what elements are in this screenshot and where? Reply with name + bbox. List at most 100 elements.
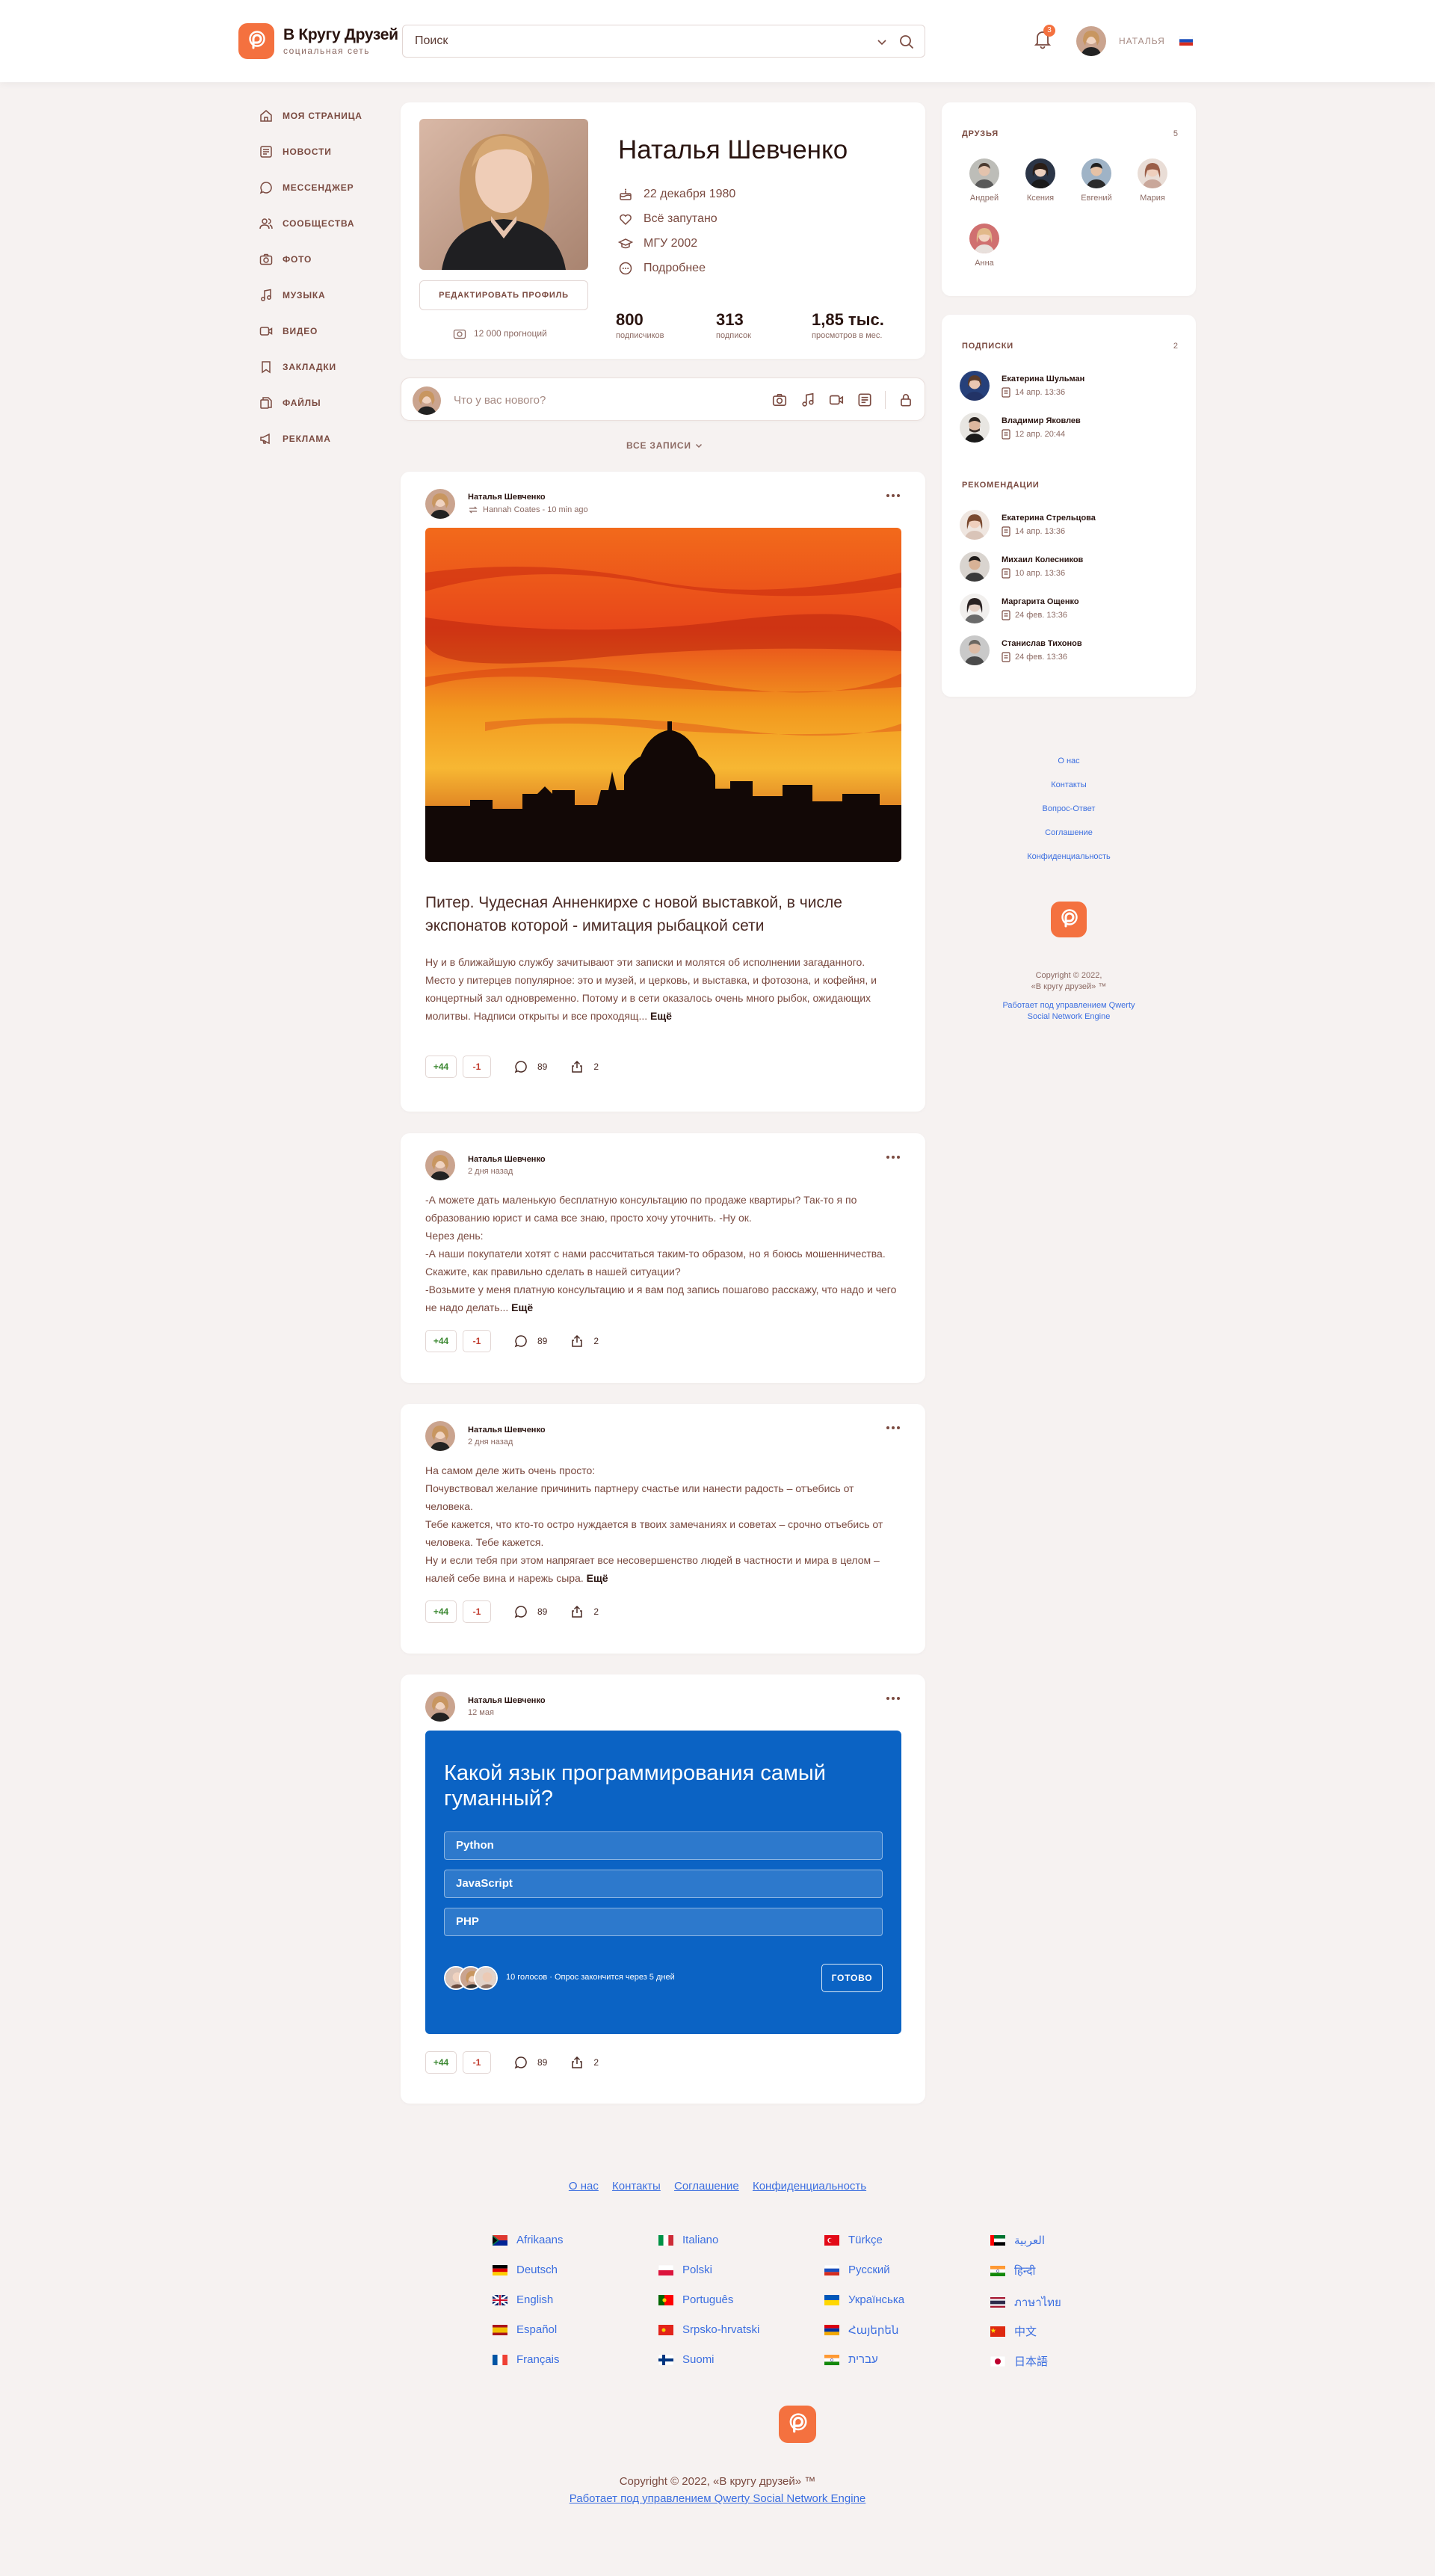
- post-author[interactable]: Наталья Шевченко: [468, 1426, 546, 1435]
- language-option[interactable]: Afrikaans: [493, 2234, 564, 2246]
- sidebar-item-ads[interactable]: РЕКЛАМА: [259, 430, 393, 448]
- agreement-link[interactable]: Соглашение: [942, 828, 1196, 837]
- comments-button[interactable]: 89: [513, 1059, 547, 1074]
- upvote-button[interactable]: +44: [425, 1056, 457, 1078]
- sidebar-item-photo[interactable]: ФОТО: [259, 250, 393, 268]
- russia-flag-icon[interactable]: [1179, 36, 1193, 46]
- language-option[interactable]: Հայերեն: [824, 2323, 898, 2337]
- avatar[interactable]: [425, 1692, 455, 1722]
- post-menu-icon[interactable]: [884, 1697, 900, 1700]
- downvote-button[interactable]: -1: [463, 1600, 491, 1623]
- language-option[interactable]: Deutsch: [493, 2264, 558, 2276]
- recommendation-item[interactable]: Екатерина Стрельцова 14 апр. 13:36: [960, 510, 1096, 540]
- share-button[interactable]: 2: [570, 1604, 599, 1619]
- following-stat[interactable]: 313 подписок: [716, 310, 780, 340]
- friend-item[interactable]: Евгений: [1074, 158, 1119, 203]
- avatar[interactable]: [425, 489, 455, 519]
- sidebar-item-video[interactable]: ВИДЕО: [259, 322, 393, 340]
- language-option[interactable]: Українська: [824, 2293, 904, 2306]
- language-option[interactable]: Türkçe: [824, 2234, 883, 2246]
- subscriptions-title[interactable]: ПОДПИСКИ: [962, 342, 1013, 351]
- recommendations-title[interactable]: РЕКОМЕНДАЦИИ: [962, 481, 1040, 490]
- comments-button[interactable]: 89: [513, 1604, 547, 1619]
- friend-item[interactable]: Ксения: [1018, 158, 1063, 203]
- logo-mark-icon[interactable]: [779, 2406, 816, 2443]
- language-option[interactable]: Português: [658, 2293, 733, 2306]
- sidebar-item-messenger[interactable]: МЕССЕНДЖЕР: [259, 179, 393, 197]
- language-option[interactable]: ภาษาไทย: [990, 2293, 1061, 2311]
- post-author[interactable]: Наталья Шевченко: [468, 1696, 546, 1705]
- camera-icon[interactable]: [771, 392, 788, 408]
- language-option[interactable]: हिन्दी: [990, 2264, 1035, 2278]
- language-option[interactable]: Italiano: [658, 2234, 718, 2246]
- contacts-link[interactable]: Контакты: [612, 2180, 661, 2193]
- privacy-link[interactable]: Конфиденциальность: [942, 852, 1196, 861]
- language-option[interactable]: 日本語: [990, 2353, 1048, 2369]
- video-icon[interactable]: [828, 392, 845, 408]
- post-image[interactable]: [425, 528, 901, 862]
- language-option[interactable]: עברית: [824, 2353, 878, 2366]
- sidebar-item-my-page[interactable]: МОЯ СТРАНИЦА: [259, 107, 393, 125]
- downvote-button[interactable]: -1: [463, 1056, 491, 1078]
- upvote-button[interactable]: +44: [425, 2051, 457, 2074]
- search-icon[interactable]: [898, 34, 915, 50]
- poll-option[interactable]: JavaScript: [444, 1870, 883, 1898]
- contacts-link[interactable]: Контакты: [942, 780, 1196, 789]
- more-info-row[interactable]: Подробнее: [618, 261, 735, 276]
- language-option[interactable]: Русский: [824, 2264, 890, 2276]
- share-button[interactable]: 2: [570, 1059, 599, 1074]
- comments-button[interactable]: 89: [513, 1334, 547, 1349]
- language-option[interactable]: 中文: [990, 2323, 1037, 2339]
- composer-input[interactable]: [454, 389, 678, 411]
- edit-profile-button[interactable]: РЕДАКТИРОВАТЬ ПРОФИЛЬ: [419, 280, 588, 310]
- about-link[interactable]: О нас: [942, 757, 1196, 765]
- photos-count[interactable]: 12 000 прогноций: [453, 327, 547, 339]
- language-option[interactable]: English: [493, 2293, 553, 2306]
- privacy-link[interactable]: Конфиденциальность: [753, 2180, 866, 2193]
- sidebar-item-files[interactable]: ФАЙЛЫ: [259, 394, 393, 412]
- sidebar-item-communities[interactable]: СООБЩЕСТВА: [259, 215, 393, 232]
- language-option[interactable]: Polski: [658, 2264, 712, 2276]
- post-menu-icon[interactable]: [884, 494, 900, 497]
- sidebar-item-news[interactable]: НОВОСТИ: [259, 143, 393, 161]
- friend-item[interactable]: Анна: [962, 224, 1007, 268]
- language-option[interactable]: Suomi: [658, 2353, 715, 2366]
- about-link[interactable]: О нас: [569, 2180, 599, 2193]
- share-button[interactable]: 2: [570, 1334, 599, 1349]
- read-more-link[interactable]: Ещё: [587, 1572, 608, 1584]
- friend-item[interactable]: Андрей: [962, 158, 1007, 203]
- article-icon[interactable]: [857, 392, 873, 408]
- recommendation-item[interactable]: Маргарита Ощенко 24 фев. 13:36: [960, 594, 1079, 623]
- share-button[interactable]: 2: [570, 2055, 599, 2070]
- logo-mark-icon[interactable]: [1051, 902, 1087, 937]
- music-icon[interactable]: [800, 392, 816, 408]
- search-input[interactable]: [403, 25, 851, 57]
- downvote-button[interactable]: -1: [463, 2051, 491, 2074]
- subscription-item[interactable]: Екатерина Шульман 14 апр. 13:36: [960, 371, 1084, 401]
- language-option[interactable]: العربية: [990, 2234, 1045, 2247]
- comments-button[interactable]: 89: [513, 2055, 547, 2070]
- brand-logo[interactable]: В Кругу Друзей социальная сеть: [238, 23, 398, 59]
- post-menu-icon[interactable]: [884, 1156, 900, 1159]
- chevron-down-icon[interactable]: [875, 35, 889, 49]
- post-menu-icon[interactable]: [884, 1426, 900, 1429]
- read-more-link[interactable]: Ещё: [650, 1010, 672, 1022]
- avatar[interactable]: [1076, 26, 1106, 56]
- friend-item[interactable]: Мария: [1130, 158, 1175, 203]
- avatar[interactable]: [425, 1421, 455, 1451]
- friends-title[interactable]: ДРУЗЬЯ: [962, 129, 999, 138]
- upvote-button[interactable]: +44: [425, 1600, 457, 1623]
- views-stat[interactable]: 1,85 тыс. просмотров в мес.: [812, 310, 884, 340]
- powered-by-link[interactable]: Работает под управлением Qwerty Social N…: [994, 1000, 1144, 1023]
- downvote-button[interactable]: -1: [463, 1330, 491, 1352]
- feed-filter-dropdown[interactable]: ВСЕ ЗАПИСИ: [626, 440, 703, 451]
- sidebar-item-bookmarks[interactable]: ЗАКЛАДКИ: [259, 358, 393, 376]
- poll-option[interactable]: PHP: [444, 1908, 883, 1936]
- avatar[interactable]: [425, 1150, 455, 1180]
- upvote-button[interactable]: +44: [425, 1330, 457, 1352]
- faq-link[interactable]: Вопрос-Ответ: [942, 804, 1196, 813]
- language-option[interactable]: Srpsko-hrvatski: [658, 2323, 759, 2336]
- recommendation-item[interactable]: Станислав Тихонов 24 фев. 13:36: [960, 635, 1082, 665]
- sidebar-item-music[interactable]: МУЗЫКА: [259, 286, 393, 304]
- post-author[interactable]: Наталья Шевченко: [468, 493, 588, 502]
